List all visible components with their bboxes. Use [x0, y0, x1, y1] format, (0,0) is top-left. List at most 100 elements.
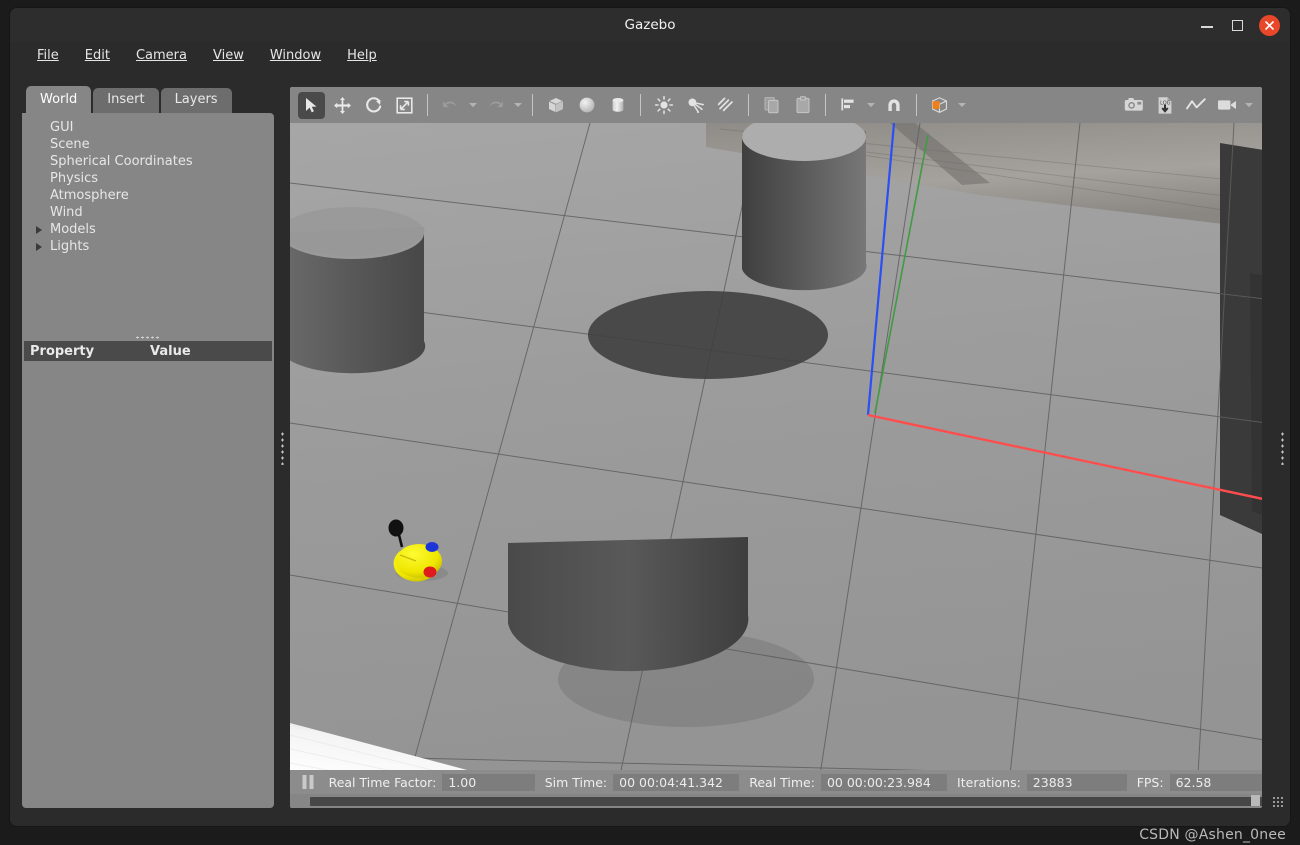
scrollbar-track[interactable] [296, 797, 1262, 806]
render-area: LOG Real Time Factor: 1.00 Sim Time: 00 … [290, 87, 1262, 808]
view-cube-icon[interactable] [926, 92, 953, 119]
menu-file[interactable]: File [26, 45, 70, 66]
scale-icon[interactable] [391, 92, 418, 119]
tree-item-label: GUI [50, 120, 74, 135]
view-cube-dropdown-caret[interactable] [955, 92, 969, 119]
tree-item-label: Physics [50, 171, 99, 186]
left-panel: World Insert Layers GUI Scene Spherical … [22, 86, 274, 808]
tree-item-lights[interactable]: Lights [22, 238, 274, 255]
toolbar-separator [825, 94, 826, 116]
menu-view-label: View [212, 48, 244, 63]
title-bar: Gazebo [10, 8, 1290, 42]
real-time-label: Real Time: [749, 774, 815, 790]
tree-item-scene[interactable]: Scene [22, 136, 274, 153]
toolbar-separator [532, 94, 533, 116]
tree-item-label: Atmosphere [50, 188, 129, 203]
scrollbar-thumb[interactable] [310, 797, 1262, 806]
directional-light-icon[interactable] [712, 92, 739, 119]
tree-item-label: Wind [50, 205, 83, 220]
redo-icon[interactable] [482, 92, 509, 119]
spot-light-icon[interactable] [681, 92, 708, 119]
real-time-factor-label: Real Time Factor: [328, 774, 437, 790]
tree-item-spherical-coordinates[interactable]: Spherical Coordinates [22, 153, 274, 170]
box-icon[interactable] [542, 92, 569, 119]
redo-dropdown-caret[interactable] [511, 92, 525, 119]
plot-icon[interactable] [1182, 92, 1209, 119]
real-time-factor-value: 1.00 [442, 773, 535, 791]
tree-item-label: Lights [50, 239, 90, 254]
world-tree-panel: GUI Scene Spherical Coordinates Physics … [22, 113, 274, 808]
align-icon[interactable] [835, 92, 862, 119]
tab-world[interactable]: World [26, 86, 92, 113]
panel-splitter[interactable] [22, 333, 274, 341]
tree-item-atmosphere[interactable]: Atmosphere [22, 187, 274, 204]
gazebo-window: Gazebo File Edit Camera View Window Help… [10, 8, 1290, 826]
sphere-icon[interactable] [573, 92, 600, 119]
translate-icon[interactable] [329, 92, 356, 119]
grip-dots-icon [135, 335, 161, 339]
tab-insert[interactable]: Insert [93, 88, 159, 113]
tree-item-label: Spherical Coordinates [50, 154, 193, 169]
tree-item-gui[interactable]: GUI [22, 119, 274, 136]
world-tree: GUI Scene Spherical Coordinates Physics … [22, 113, 274, 255]
pause-icon[interactable] [298, 771, 319, 793]
maximize-icon[interactable] [1229, 17, 1245, 33]
close-icon[interactable] [1259, 14, 1280, 36]
window-title: Gazebo [624, 17, 676, 33]
tree-item-label: Models [50, 222, 96, 237]
menu-camera-label: Camera [135, 48, 187, 63]
snap-icon[interactable] [880, 92, 907, 119]
paste-icon[interactable] [789, 92, 816, 119]
iterations-value: 23883 [1026, 773, 1127, 791]
rotate-icon[interactable] [360, 92, 387, 119]
right-splitter[interactable] [1276, 69, 1288, 826]
horizontal-scrollbar[interactable] [290, 794, 1262, 808]
undo-icon[interactable] [437, 92, 464, 119]
align-dropdown-caret[interactable] [864, 92, 878, 119]
viewport-3d[interactable] [290, 123, 1262, 770]
tab-layers[interactable]: Layers [160, 88, 232, 113]
video-record-icon[interactable] [1213, 92, 1240, 119]
chevron-right-icon[interactable] [36, 226, 42, 234]
toolbar-separator [916, 94, 917, 116]
menu-window[interactable]: Window [259, 45, 332, 66]
tree-item-physics[interactable]: Physics [22, 170, 274, 187]
menu-window-label: Window [269, 48, 322, 63]
toolbar-separator [748, 94, 749, 116]
menu-edit-label: Edit [84, 48, 110, 63]
menu-help-label: Help [347, 48, 377, 63]
grip-dots-icon [280, 430, 284, 465]
menu-edit[interactable]: Edit [74, 45, 121, 66]
undo-dropdown-caret[interactable] [466, 92, 480, 119]
property-table-body[interactable] [24, 361, 272, 806]
menu-camera[interactable]: Camera [125, 45, 198, 66]
menu-help[interactable]: Help [336, 45, 388, 66]
panel-tabs: World Insert Layers [26, 86, 274, 113]
tree-item-wind[interactable]: Wind [22, 204, 274, 221]
minimize-icon[interactable] [1199, 17, 1215, 33]
chevron-down-icon [514, 103, 522, 107]
menu-view[interactable]: View [202, 45, 255, 66]
select-arrow-icon[interactable] [298, 91, 325, 119]
log-download-icon[interactable]: LOG [1151, 92, 1178, 119]
chevron-right-icon[interactable] [36, 243, 42, 251]
cylinder-icon[interactable] [604, 92, 631, 119]
tree-item-models[interactable]: Models [22, 221, 274, 238]
main-content: World Insert Layers GUI Scene Spherical … [10, 69, 1290, 826]
resize-grip-icon[interactable] [1272, 796, 1284, 808]
window-controls [1199, 8, 1280, 42]
screenshot-camera-icon[interactable] [1120, 92, 1147, 119]
sim-time-value: 00 00:04:41.342 [613, 773, 740, 791]
property-column-header: Property [30, 343, 95, 359]
menu-file-label: File [37, 48, 59, 63]
simulation-status-bar: Real Time Factor: 1.00 Sim Time: 00 00:0… [290, 770, 1262, 794]
copy-icon[interactable] [758, 92, 785, 119]
chevron-down-icon [469, 103, 477, 107]
iterations-label: Iterations: [957, 774, 1021, 790]
menu-bar: File Edit Camera View Window Help [10, 42, 1290, 69]
value-column-header: Value [150, 343, 191, 359]
left-splitter[interactable] [276, 69, 288, 826]
video-record-dropdown-caret[interactable] [1242, 92, 1256, 119]
point-light-icon[interactable] [650, 92, 677, 119]
scrollbar-end-nub[interactable] [1251, 795, 1260, 806]
